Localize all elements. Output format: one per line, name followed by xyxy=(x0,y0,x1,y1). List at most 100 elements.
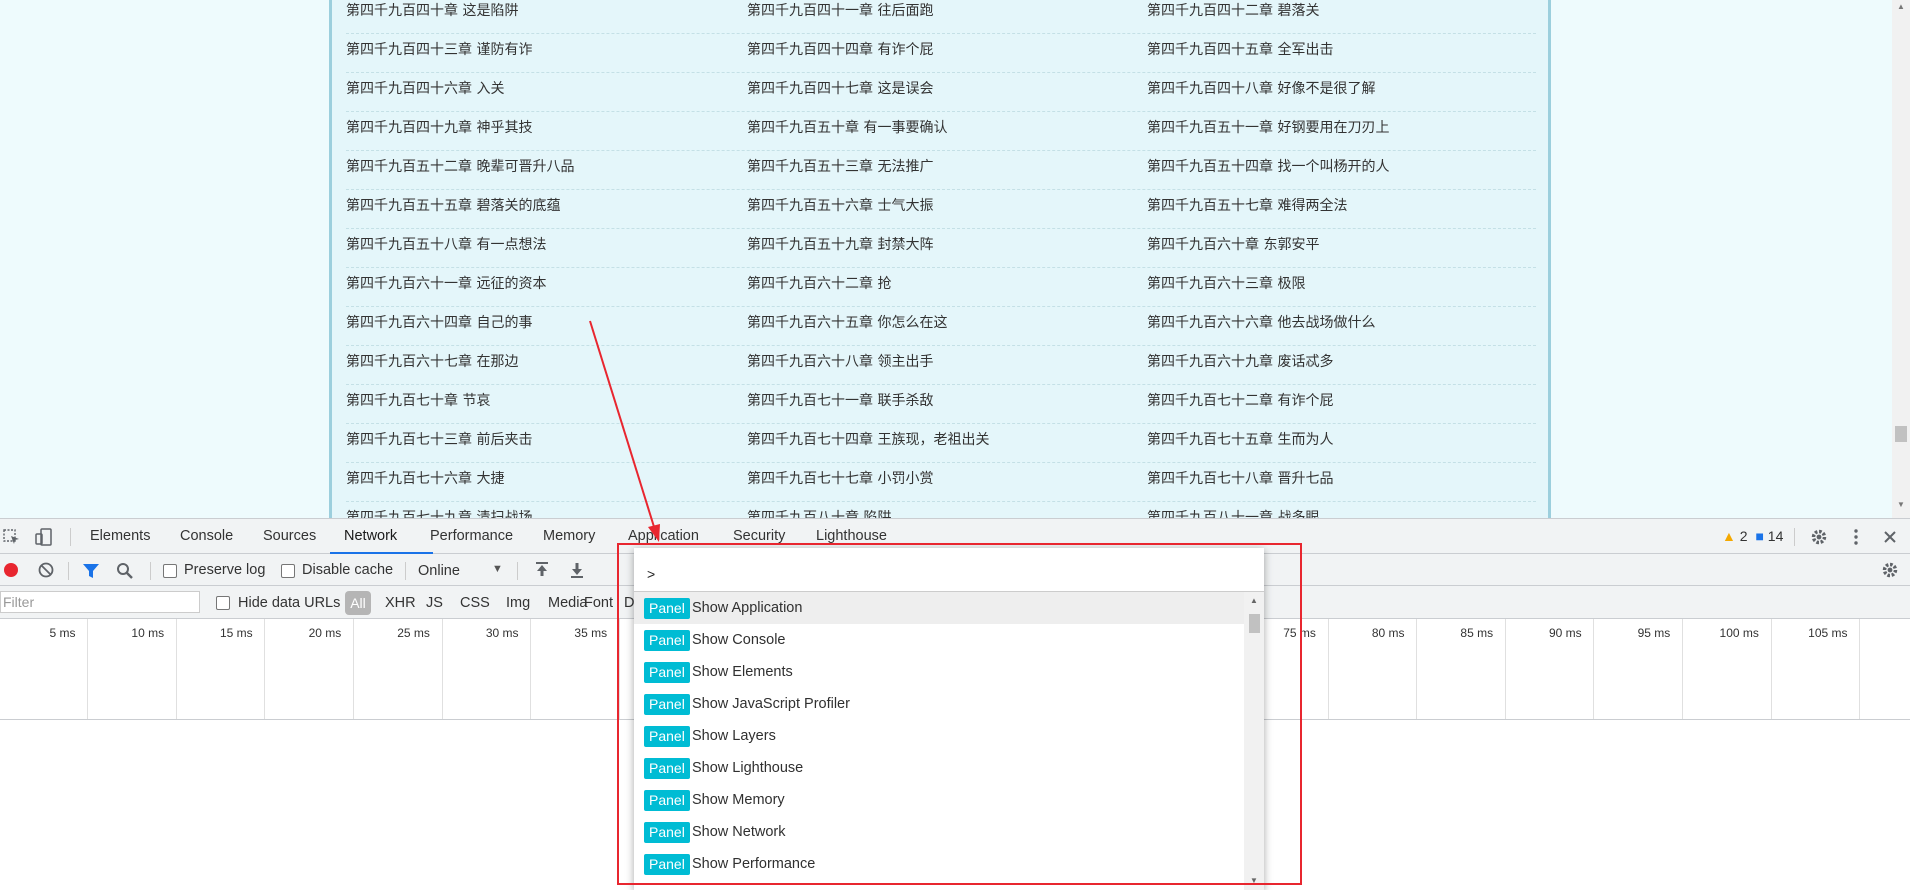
tab-console[interactable]: Console xyxy=(180,528,233,544)
tab-security[interactable]: Security xyxy=(733,528,785,544)
chapter-link[interactable]: 第四千九百七十章 节哀 xyxy=(346,385,490,417)
chapter-link[interactable]: 第四千九百四十六章 入关 xyxy=(346,73,504,105)
chapter-link[interactable]: 第四千九百七十二章 有诈个屁 xyxy=(1147,385,1333,417)
chapter-row: 第四千九百五十五章 碧落关的底蕴 第四千九百五十六章 士气大振 第四千九百五十七章 … xyxy=(346,190,1536,229)
search-icon[interactable] xyxy=(115,561,135,581)
chapter-link[interactable]: 第四千九百四十章 这是陷阱 xyxy=(346,0,518,27)
record-icon[interactable] xyxy=(1,560,21,580)
chapter-row: 第四千九百四十九章 神乎其技 第四千九百五十章 有一事要确认 第四千九百五十一章 好… xyxy=(346,112,1536,151)
hide-data-urls-checkbox[interactable] xyxy=(216,596,230,610)
chapter-link[interactable]: 第四千九百四十二章 碧落关 xyxy=(1147,0,1319,27)
chapter-link[interactable]: 第四千九百七十八章 晋升七品 xyxy=(1147,463,1333,495)
chapter-link[interactable]: 第四千九百四十八章 好像不是很了解 xyxy=(1147,73,1375,105)
separator xyxy=(405,562,406,580)
chapter-link[interactable]: 第四千九百八十章 陷阱 xyxy=(747,502,891,518)
tab-lighthouse[interactable]: Lighthouse xyxy=(816,528,887,544)
messages-count: 14 xyxy=(1767,528,1784,544)
chapter-link[interactable]: 第四千九百七十七章 小罚小赏 xyxy=(747,463,933,495)
chapter-link[interactable]: 第四千九百四十七章 这是误会 xyxy=(747,73,933,105)
message-icon: ■ xyxy=(1755,528,1764,544)
chapter-link[interactable]: 第四千九百六十九章 废话忒多 xyxy=(1147,346,1333,378)
separator xyxy=(68,562,69,580)
chapter-link[interactable]: 第四千九百五十七章 难得两全法 xyxy=(1147,190,1347,222)
more-options-icon[interactable] xyxy=(1846,527,1866,547)
filter-type-css[interactable]: CSS xyxy=(460,595,490,611)
chapter-link[interactable]: 第四千九百六十八章 领主出手 xyxy=(747,346,933,378)
chapter-link[interactable]: 第四千九百七十五章 生而为人 xyxy=(1147,424,1333,456)
timeline-tick-label: 20 ms xyxy=(308,626,342,640)
device-toolbar-icon[interactable] xyxy=(34,527,54,547)
chapter-link[interactable]: 第四千九百五十六章 士气大振 xyxy=(747,190,933,222)
timeline-tick: 35 ms xyxy=(530,619,610,719)
tab-application[interactable]: Application xyxy=(628,528,699,544)
timeline-tick: 10 ms xyxy=(87,619,167,719)
timeline-tick: 85 ms xyxy=(1416,619,1496,719)
chapter-link[interactable]: 第四千九百六十二章 抢 xyxy=(747,268,891,300)
chapter-link[interactable]: 第四千九百七十三章 前后夹击 xyxy=(346,424,532,456)
filter-type-font[interactable]: Font xyxy=(584,595,613,611)
throttling-select[interactable]: Online ▼ xyxy=(418,562,508,582)
page-scrollbar[interactable]: ▲ ▼ xyxy=(1892,0,1910,518)
hide-data-urls-label: Hide data URLs xyxy=(238,595,341,611)
chapter-row: 第四千九百四十章 这是陷阱 第四千九百四十一章 往后面跑 第四千九百四十二章 碧落关 xyxy=(346,0,1536,34)
preserve-log-checkbox[interactable] xyxy=(163,564,177,578)
chapter-link[interactable]: 第四千九百五十章 有一事要确认 xyxy=(747,112,947,144)
filter-icon[interactable] xyxy=(81,561,101,581)
filter-input[interactable]: Filter xyxy=(0,591,200,613)
timeline-tick: 30 ms xyxy=(441,619,522,719)
tab-sources[interactable]: Sources xyxy=(263,528,316,544)
chapter-link[interactable]: 第四千九百七十六章 大捷 xyxy=(346,463,504,495)
chapter-link[interactable]: 第四千九百四十一章 往后面跑 xyxy=(747,0,933,27)
chapter-link[interactable]: 第四千九百七十四章 王族现，老祖出关 xyxy=(747,424,989,456)
chapter-link[interactable]: 第四千九百四十九章 神乎其技 xyxy=(346,112,532,144)
disable-cache-checkbox[interactable] xyxy=(281,564,295,578)
chapter-link[interactable]: 第四千九百六十五章 你怎么在这 xyxy=(747,307,947,339)
chapter-link[interactable]: 第四千九百四十五章 全军出击 xyxy=(1147,34,1333,66)
settings-gear-icon[interactable] xyxy=(1809,527,1829,547)
tab-network[interactable]: Network xyxy=(344,528,397,544)
chapter-link[interactable]: 第四千九百六十四章 自己的事 xyxy=(346,307,532,339)
chapter-row: 第四千九百六十七章 在那边 第四千九百六十八章 领主出手 第四千九百六十九章 废话忒… xyxy=(346,346,1536,385)
chapter-link[interactable]: 第四千九百七十一章 联手杀敌 xyxy=(747,385,933,417)
scroll-down-arrow-icon[interactable]: ▼ xyxy=(1897,500,1905,510)
chapter-link[interactable]: 第四千九百五十五章 碧落关的底蕴 xyxy=(346,190,560,222)
filter-type-img[interactable]: Img xyxy=(506,595,530,611)
issues-counter[interactable]: ▲ 2 ■ 14 xyxy=(1722,528,1783,544)
chapter-link[interactable]: 第四千九百六十七章 在那边 xyxy=(346,346,518,378)
chapter-link[interactable]: 第四千九百五十三章 无法推广 xyxy=(747,151,933,183)
chapter-row: 第四千九百七十六章 大捷 第四千九百七十七章 小罚小赏 第四千九百七十八章 晋升七品 xyxy=(346,463,1536,502)
export-har-icon[interactable] xyxy=(567,560,587,580)
filter-type-js[interactable]: JS xyxy=(426,595,443,611)
timeline-tick-label: 85 ms xyxy=(1460,626,1494,640)
tab-memory[interactable]: Memory xyxy=(543,528,595,544)
chapter-link[interactable]: 第四千九百五十二章 晚辈可晋升八品 xyxy=(346,151,574,183)
chapter-link[interactable]: 第四千九百八十一章 战多眼 xyxy=(1147,502,1319,518)
filter-type-all[interactable]: All xyxy=(345,591,371,615)
chapter-link[interactable]: 第四千九百六十一章 远征的资本 xyxy=(346,268,546,300)
chapter-link[interactable]: 第四千九百五十四章 找一个叫杨开的人 xyxy=(1147,151,1389,183)
timeline-tick-label: 25 ms xyxy=(397,626,430,640)
chapter-link[interactable]: 第四千九百五十一章 好钢要用在刀刃上 xyxy=(1147,112,1389,144)
tab-elements[interactable]: Elements xyxy=(90,528,150,544)
chapter-link[interactable]: 第四千九百六十六章 他去战场做什么 xyxy=(1147,307,1375,339)
chapter-link[interactable]: 第四千九百六十三章 极限 xyxy=(1147,268,1305,300)
import-har-icon[interactable] xyxy=(532,560,552,580)
inspect-element-icon[interactable] xyxy=(2,527,22,547)
page-scroll-thumb[interactable] xyxy=(1895,426,1907,442)
filter-type-xhr[interactable]: XHR xyxy=(385,595,416,611)
close-devtools-icon[interactable] xyxy=(1880,527,1900,547)
filter-type-media[interactable]: Media xyxy=(548,595,588,611)
chapter-link[interactable]: 第四千九百五十九章 封禁大阵 xyxy=(747,229,933,261)
chapter-link[interactable]: 第四千九百四十三章 谨防有诈 xyxy=(346,34,532,66)
chapter-link[interactable]: 第四千九百七十九章 清扫战场 xyxy=(346,502,532,518)
tab-performance[interactable]: Performance xyxy=(430,528,513,544)
network-settings-gear-icon[interactable] xyxy=(1880,560,1900,580)
chapter-link[interactable]: 第四千九百六十章 东郭安平 xyxy=(1147,229,1319,261)
chapter-link[interactable]: 第四千九百四十四章 有诈个屁 xyxy=(747,34,933,66)
chapter-link[interactable]: 第四千九百五十八章 有一点想法 xyxy=(346,229,546,261)
chapter-row: 第四千九百六十四章 自己的事 第四千九百六十五章 你怎么在这 第四千九百六十六章 他… xyxy=(346,307,1536,346)
timeline-tick: 100 ms xyxy=(1681,619,1762,719)
timeline-tick-label: 35 ms xyxy=(574,626,608,640)
scroll-up-arrow-icon[interactable]: ▲ xyxy=(1897,2,1905,12)
clear-icon[interactable] xyxy=(36,560,56,580)
